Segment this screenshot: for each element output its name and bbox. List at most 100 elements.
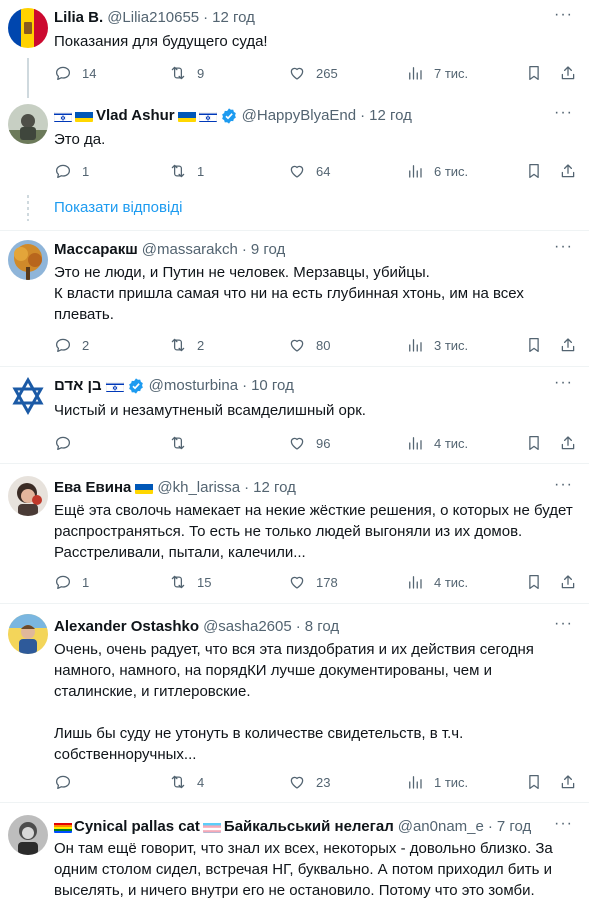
share-button[interactable] bbox=[559, 161, 577, 181]
views-icon bbox=[406, 162, 424, 180]
author-handle[interactable]: @massarakch bbox=[142, 240, 238, 260]
reply-button[interactable]: 1 bbox=[54, 161, 89, 181]
bookmark-icon bbox=[525, 573, 543, 591]
separator-dot: · bbox=[203, 9, 209, 26]
reply-count: 1 bbox=[82, 574, 90, 590]
timestamp[interactable]: 12 год bbox=[369, 106, 412, 126]
retweet-button[interactable]: 15 bbox=[169, 572, 211, 592]
author-handle[interactable]: @kh_larissa bbox=[157, 478, 240, 498]
views-button[interactable]: 3 тис. bbox=[406, 335, 468, 355]
timestamp[interactable]: 7 год bbox=[497, 817, 531, 837]
like-button[interactable]: 178 bbox=[288, 572, 338, 592]
views-button[interactable]: 7 тис. bbox=[406, 63, 468, 83]
bookmark-button[interactable] bbox=[525, 772, 543, 792]
author-name[interactable]: Cynical pallas cat bbox=[74, 817, 200, 837]
more-options-icon[interactable]: ··· bbox=[554, 615, 573, 633]
author-name[interactable]: Массаракш bbox=[54, 240, 138, 260]
author-name[interactable]: Lilia B. bbox=[54, 8, 103, 28]
more-options-icon[interactable]: ··· bbox=[554, 104, 573, 122]
reply-button[interactable]: 2 bbox=[54, 335, 89, 355]
author-name[interactable]: Vlad Ashur bbox=[96, 106, 175, 126]
heart-icon bbox=[288, 434, 306, 452]
views-button[interactable]: 1 тис. bbox=[406, 772, 468, 792]
avatar[interactable] bbox=[8, 614, 48, 654]
more-options-icon[interactable]: ··· bbox=[554, 6, 573, 24]
avatar[interactable] bbox=[8, 104, 48, 144]
author-handle[interactable]: @Lilia210655 bbox=[107, 8, 199, 28]
author-name[interactable]: Ева Евина bbox=[54, 478, 131, 498]
like-button[interactable]: 23 bbox=[288, 772, 330, 792]
views-icon bbox=[406, 336, 424, 354]
bookmark-icon bbox=[525, 162, 543, 180]
retweet-icon bbox=[169, 434, 187, 452]
timestamp[interactable]: 8 год bbox=[305, 617, 339, 637]
heart-icon bbox=[288, 773, 306, 791]
tweet-text-line: собственноручных... bbox=[54, 746, 197, 763]
separator-dot: · bbox=[244, 479, 250, 496]
timestamp[interactable]: 10 год bbox=[251, 376, 294, 396]
author-handle[interactable]: @mosturbina bbox=[149, 376, 238, 396]
retweet-button[interactable]: 2 bbox=[169, 335, 204, 355]
retweet-button[interactable]: 4 bbox=[169, 772, 204, 792]
tweet[interactable]: Lilia B. @Lilia210655 · 12 год ··· Показ… bbox=[0, 0, 589, 98]
tweet-text-line: Ещё эта сволочь намекает на некие жёстки… bbox=[54, 502, 573, 519]
avatar[interactable] bbox=[8, 476, 48, 516]
share-button[interactable] bbox=[559, 335, 577, 355]
tweet[interactable]: Cynical pallas cat Байкальський нелегал … bbox=[0, 803, 589, 907]
tweet[interactable]: Ева Евина @kh_larissa · 12 год ··· Ещё э… bbox=[0, 464, 589, 603]
bookmark-button[interactable] bbox=[525, 161, 543, 181]
share-button[interactable] bbox=[559, 572, 577, 592]
timestamp[interactable]: 12 год bbox=[253, 478, 296, 498]
israel-flag-icon bbox=[54, 110, 72, 122]
share-button[interactable] bbox=[559, 772, 577, 792]
retweet-count: 1 bbox=[197, 163, 205, 179]
more-options-icon[interactable]: ··· bbox=[554, 374, 573, 392]
avatar[interactable] bbox=[8, 376, 48, 416]
like-button[interactable]: 265 bbox=[288, 63, 338, 83]
author-name[interactable]: בן אדם bbox=[54, 376, 102, 396]
tweet[interactable]: בן אדם @mosturbina · 10 год ··· Чистый и… bbox=[0, 367, 589, 463]
more-options-icon[interactable]: ··· bbox=[554, 476, 573, 494]
reply-button[interactable]: 1 bbox=[54, 572, 89, 592]
more-options-icon[interactable]: ··· bbox=[554, 238, 573, 256]
reply-button[interactable]: 14 bbox=[54, 63, 96, 83]
tweet-actions: 96 4 тис. bbox=[54, 433, 579, 453]
author-handle[interactable]: @HappyBlyaEnd bbox=[242, 106, 356, 126]
reply-button[interactable] bbox=[54, 772, 82, 792]
avatar[interactable] bbox=[8, 815, 48, 855]
share-icon bbox=[559, 434, 577, 452]
views-button[interactable]: 4 тис. bbox=[406, 572, 468, 592]
views-button[interactable]: 6 тис. bbox=[406, 161, 468, 181]
verified-badge-icon bbox=[220, 107, 238, 125]
author-handle[interactable]: @sasha2605 bbox=[203, 617, 292, 637]
like-count: 265 bbox=[316, 65, 338, 81]
share-button[interactable] bbox=[559, 63, 577, 83]
timestamp[interactable]: 9 год bbox=[251, 240, 285, 260]
bookmark-button[interactable] bbox=[525, 572, 543, 592]
retweet-icon bbox=[169, 773, 187, 791]
show-replies-link[interactable]: Показати відповіді bbox=[54, 199, 182, 216]
author-name[interactable]: Alexander Ostashko bbox=[54, 617, 199, 637]
author-handle[interactable]: @an0nam_e bbox=[398, 817, 484, 837]
avatar[interactable] bbox=[8, 8, 48, 48]
bookmark-button[interactable] bbox=[525, 335, 543, 355]
bookmark-button[interactable] bbox=[525, 63, 543, 83]
views-button[interactable]: 4 тис. bbox=[406, 433, 468, 453]
tweet[interactable]: Массаракш @massarakch · 9 год ··· Это не… bbox=[0, 231, 589, 366]
retweet-button[interactable]: 1 bbox=[169, 161, 204, 181]
timestamp[interactable]: 12 год bbox=[212, 8, 255, 28]
bookmark-button[interactable] bbox=[525, 433, 543, 453]
like-button[interactable]: 80 bbox=[288, 335, 330, 355]
tweet-text-line: намного, намного, на порядКИ лучше докум… bbox=[54, 662, 492, 679]
thread-dotline bbox=[27, 195, 29, 221]
retweet-button[interactable] bbox=[169, 433, 197, 453]
like-button[interactable]: 64 bbox=[288, 161, 330, 181]
more-options-icon[interactable]: ··· bbox=[554, 815, 573, 833]
avatar[interactable] bbox=[8, 240, 48, 280]
like-button[interactable]: 96 bbox=[288, 433, 330, 453]
share-button[interactable] bbox=[559, 433, 577, 453]
tweet[interactable]: Alexander Ostashko @sasha2605 · 8 год ··… bbox=[0, 604, 589, 802]
author-name-suffix[interactable]: Байкальський нелегал bbox=[224, 817, 394, 837]
retweet-button[interactable]: 9 bbox=[169, 63, 204, 83]
reply-button[interactable] bbox=[54, 433, 82, 453]
